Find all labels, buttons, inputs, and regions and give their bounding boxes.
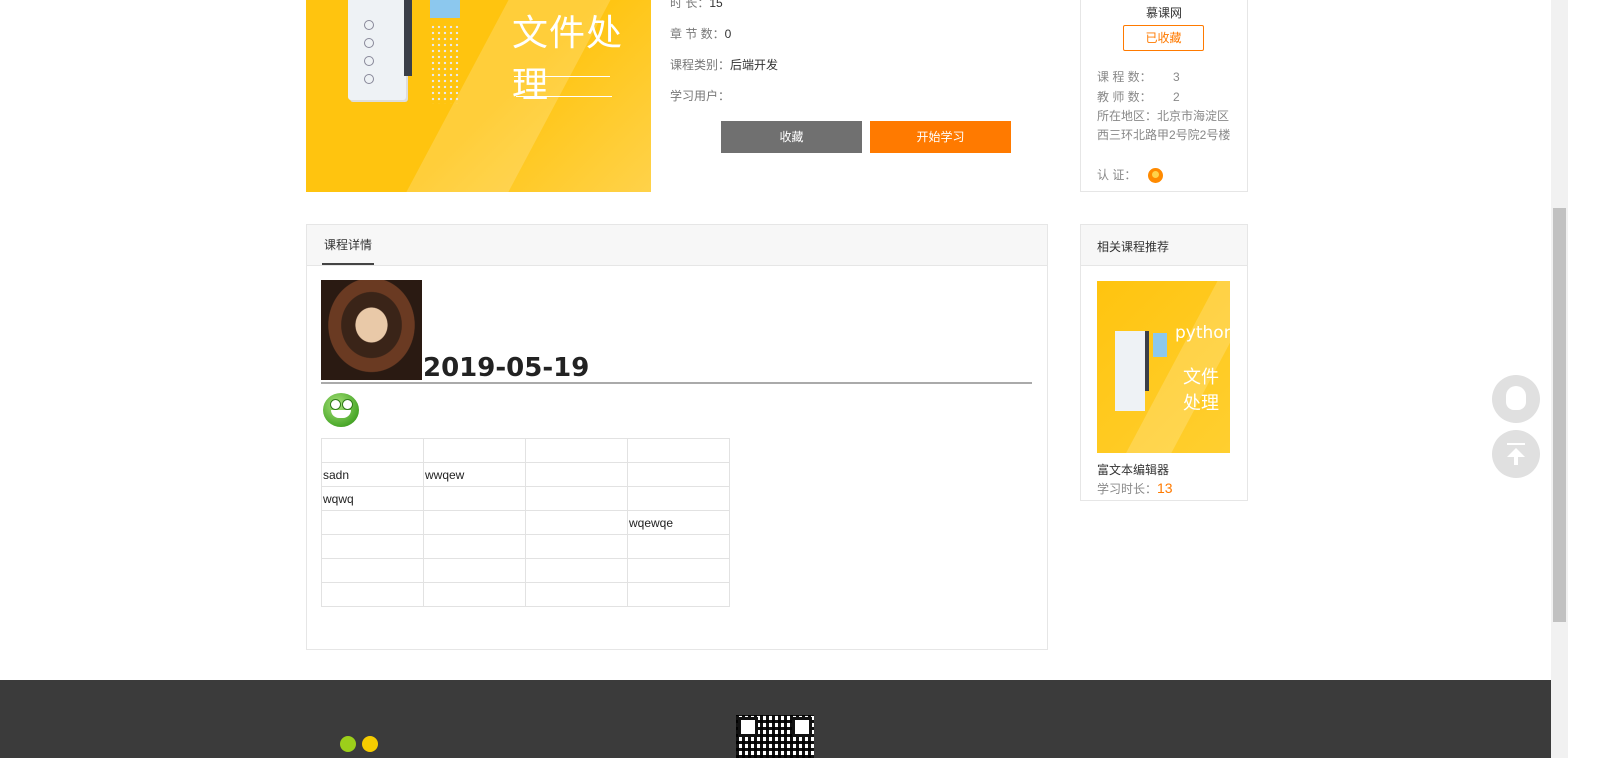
chapters-label: 章 节 数： bbox=[670, 27, 725, 41]
related-title: 相关课程推荐 bbox=[1097, 240, 1170, 254]
category-row: 课程类别：后端开发 bbox=[670, 56, 778, 73]
duration-label: 时 长： bbox=[670, 0, 710, 10]
related-duration-value: 13 bbox=[1157, 480, 1173, 496]
chapters-value: 0 bbox=[724, 27, 732, 41]
table-cell bbox=[321, 534, 424, 559]
category-label: 课程类别： bbox=[670, 58, 731, 72]
course-count-value: 3 bbox=[1173, 70, 1180, 84]
table-cell bbox=[525, 582, 628, 607]
table-cell bbox=[525, 438, 628, 463]
chapters-row: 章 节 数：0 bbox=[670, 25, 731, 42]
qr-code bbox=[736, 715, 814, 758]
table-row: sadn wwqew bbox=[321, 462, 730, 487]
table-row bbox=[321, 534, 730, 559]
cert-label: 认 证： bbox=[1097, 168, 1137, 182]
table-cell bbox=[525, 486, 628, 511]
table-cell bbox=[321, 558, 424, 583]
table-row: wqwq bbox=[321, 486, 730, 511]
teacher-count-row: 教 师 数： 2 bbox=[1097, 88, 1180, 105]
start-learning-button[interactable]: 开始学习 bbox=[870, 121, 1011, 153]
table-cell bbox=[423, 510, 526, 535]
table-cell bbox=[423, 438, 526, 463]
course-details-panel: 课程详情 2019-05-19 sadn wwqew wqwq wqewqe bbox=[306, 224, 1048, 650]
table-cell bbox=[321, 582, 424, 607]
table-cell bbox=[321, 510, 424, 535]
location-label: 所在地区： bbox=[1097, 109, 1158, 123]
learners-row: 学习用户： bbox=[670, 87, 730, 104]
footer-logo-dot bbox=[362, 736, 378, 752]
course-cover-image: 文件处理 bbox=[306, 0, 651, 192]
org-name[interactable]: 慕课网 bbox=[1081, 4, 1247, 21]
content-table: sadn wwqew wqwq wqewqe bbox=[321, 438, 730, 607]
related-duration-label: 学习时长： bbox=[1097, 482, 1158, 496]
table-cell bbox=[627, 558, 730, 583]
org-card: 慕课网 已收藏 课 程 数： 3 教 师 数： 2 所在地区：北京市海淀区西三环… bbox=[1080, 0, 1248, 192]
learners-label: 学习用户： bbox=[670, 89, 731, 103]
table-cell bbox=[627, 462, 730, 487]
table-cell bbox=[423, 558, 526, 583]
collected-button[interactable]: 已收藏 bbox=[1123, 25, 1204, 51]
course-count-row: 课 程 数： 3 bbox=[1097, 68, 1180, 85]
table-row: wqewqe bbox=[321, 510, 730, 535]
table-cell: sadn bbox=[321, 462, 424, 487]
table-cell bbox=[525, 534, 628, 559]
related-course-duration: 学习时长：13 bbox=[1097, 480, 1173, 497]
course-count-label: 课 程 数： bbox=[1097, 70, 1152, 84]
table-cell bbox=[423, 486, 526, 511]
related-course-name[interactable]: 富文本编辑器 bbox=[1097, 461, 1169, 478]
certified-badge-icon bbox=[1147, 168, 1163, 184]
related-cover-title: 文件处理 bbox=[1183, 367, 1219, 414]
divider bbox=[321, 382, 1032, 384]
certification-row: 认 证： bbox=[1097, 166, 1163, 184]
related-course-cover[interactable]: python 文件处理 bbox=[1097, 281, 1230, 453]
table-cell bbox=[321, 438, 424, 463]
location-row: 所在地区：北京市海淀区西三环北路甲2号院2号楼 bbox=[1097, 107, 1233, 145]
table-cell bbox=[627, 486, 730, 511]
table-cell bbox=[423, 582, 526, 607]
related-header: 相关课程推荐 bbox=[1081, 225, 1247, 266]
table-cell bbox=[627, 438, 730, 463]
python-logo-text: python bbox=[1175, 323, 1230, 343]
details-header: 课程详情 bbox=[307, 225, 1047, 266]
table-cell: wqwq bbox=[321, 486, 424, 511]
child-photo bbox=[321, 280, 422, 380]
teacher-count-label: 教 师 数： bbox=[1097, 90, 1152, 104]
smiley-emoji-icon bbox=[323, 393, 359, 427]
cover-title: 文件处理 bbox=[512, 13, 624, 106]
teacher-count-value: 2 bbox=[1173, 90, 1180, 104]
footer-logo bbox=[340, 736, 356, 752]
tab-course-details[interactable]: 课程详情 bbox=[322, 225, 375, 265]
table-row bbox=[321, 582, 730, 607]
duration-value: 15 bbox=[709, 0, 723, 10]
qq-icon bbox=[1506, 386, 1526, 410]
table-cell bbox=[627, 582, 730, 607]
related-courses-panel: 相关课程推荐 python 文件处理 富文本编辑器 学习时长：13 bbox=[1080, 224, 1248, 501]
duration-row: 时 长：15 bbox=[670, 0, 723, 11]
table-cell bbox=[627, 534, 730, 559]
table-row bbox=[321, 558, 730, 583]
category-value: 后端开发 bbox=[730, 58, 779, 72]
favorite-button[interactable]: 收藏 bbox=[721, 121, 862, 153]
scrollbar-thumb[interactable] bbox=[1553, 208, 1566, 622]
qq-button[interactable] bbox=[1492, 375, 1540, 423]
table-cell bbox=[525, 462, 628, 487]
table-cell: wwqew bbox=[423, 462, 526, 487]
table-cell: wqewqe bbox=[627, 510, 730, 535]
back-to-top-button[interactable] bbox=[1492, 430, 1540, 478]
table-cell bbox=[423, 534, 526, 559]
table-row bbox=[321, 438, 730, 463]
back-to-top-icon bbox=[1507, 443, 1525, 445]
table-cell bbox=[525, 510, 628, 535]
table-cell bbox=[525, 558, 628, 583]
date-heading: 2019-05-19 bbox=[423, 353, 590, 383]
